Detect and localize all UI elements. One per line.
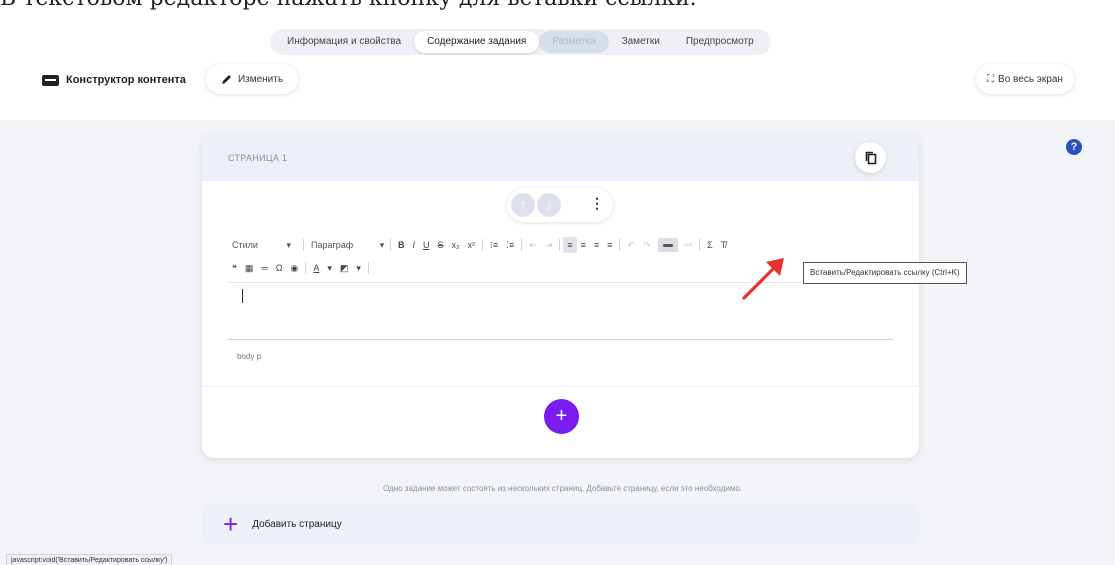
styles-dropdown[interactable]: Стили ▾ — [228, 240, 300, 251]
tab-content[interactable]: Содержание задания — [414, 31, 540, 53]
toolbar-divider — [305, 262, 307, 274]
numbered-list-icon[interactable]: ⁝≡ — [486, 237, 502, 253]
align-right-icon[interactable]: ≡ — [590, 237, 603, 253]
red-arrow-icon — [742, 258, 784, 300]
undo-icon[interactable]: ↶ — [623, 237, 639, 253]
insert-link-button[interactable] — [657, 238, 678, 252]
text-caret — [242, 289, 243, 303]
bold-button[interactable]: B — [394, 237, 409, 253]
top-bar — [0, 0, 1115, 120]
redo-icon[interactable]: ↷ — [639, 237, 655, 253]
editor-toolbar-row-2: ❝ ▦ ═ Ω ◉ A ▾ ◩ ▾ — [228, 259, 372, 277]
special-char-icon[interactable]: Ω — [272, 260, 287, 276]
tab-preview[interactable]: Предпросмотр — [673, 31, 767, 53]
table-icon[interactable]: ▦ — [241, 260, 258, 276]
add-page-button[interactable]: + Добавить страницу — [202, 503, 919, 545]
bullet-list-icon[interactable]: ⁚≡ — [502, 237, 518, 253]
outdent-icon[interactable]: ⇤ — [525, 237, 541, 253]
edit-button-label: Изменить — [237, 73, 284, 85]
copy-icon — [865, 151, 876, 164]
pencil-icon — [221, 75, 231, 84]
rich-text-editor: Стили ▾ Параграф ▾ B I U S x₂ x² ⁝≡ ⁚≡ ⇤… — [228, 230, 893, 390]
move-up-button[interactable]: ↑ — [511, 193, 535, 217]
block-controls: ↑ ↓ ⋮ — [507, 188, 613, 222]
background-color-chevron-down-icon[interactable]: ▾ — [352, 260, 365, 276]
text-color-chevron-down-icon[interactable]: ▾ — [323, 260, 336, 276]
italic-button[interactable]: I — [409, 237, 420, 253]
paragraph-chevron-down-icon: ▾ — [379, 239, 385, 250]
unlink-icon[interactable]: ⚯ — [681, 237, 697, 253]
toolbar-divider — [699, 239, 701, 251]
plus-icon: + — [223, 509, 239, 539]
page-card: СТРАНИЦА 1 ↑ ↓ ⋮ Стили ▾ Параграф ▾ B I … — [202, 134, 919, 458]
justify-icon[interactable]: ≡ — [603, 237, 616, 253]
tab-bar: Информация и свойства Содержание задания… — [270, 29, 771, 55]
styles-dropdown-label: Стили — [232, 239, 258, 250]
sigma-icon[interactable]: Σ — [703, 237, 717, 253]
strikethrough-button[interactable]: S — [434, 237, 448, 253]
align-left-icon[interactable]: ≡ — [563, 237, 577, 253]
page-card-header: СТРАНИЦА 1 — [202, 134, 919, 181]
content-constructor-title: Конструктор контента — [42, 74, 186, 86]
toolbar-divider — [521, 239, 523, 251]
copy-page-button[interactable] — [855, 142, 886, 173]
fullscreen-icon: ⛶ — [987, 73, 995, 85]
editor-element-path: body p — [237, 352, 262, 361]
fullscreen-button-label: Во весь экран — [998, 73, 1063, 85]
blockquote-icon[interactable]: ❝ — [228, 260, 241, 276]
page-label: СТРАНИЦА 1 — [228, 153, 288, 163]
tab-info[interactable]: Информация и свойства — [274, 31, 414, 53]
media-icon[interactable]: ◉ — [286, 260, 302, 276]
more-options-icon[interactable]: ⋮ — [590, 195, 604, 212]
paragraph-dropdown-label: Параграф — [311, 239, 354, 250]
subscript-button[interactable]: x₂ — [448, 237, 464, 253]
clear-format-icon[interactable]: T̸ — [717, 237, 731, 253]
card-divider — [202, 386, 919, 387]
underline-button[interactable]: U — [419, 237, 434, 253]
toolbar-divider — [482, 239, 484, 251]
toolbar-divider — [303, 239, 304, 251]
superscript-button[interactable]: x² — [464, 237, 480, 253]
fullscreen-button[interactable]: ⛶ Во весь экран — [976, 64, 1074, 94]
browser-status-bar: javascript:void('Вставить/Редактировать … — [6, 554, 173, 565]
toolbar-divider — [559, 239, 561, 251]
add-block-button[interactable]: + — [544, 399, 579, 434]
styles-chevron-down-icon: ▾ — [286, 239, 291, 250]
editor-text-area[interactable] — [228, 282, 893, 340]
toolbar-divider — [390, 239, 391, 251]
tab-notes[interactable]: Заметки — [609, 31, 673, 53]
indent-icon[interactable]: ⇥ — [541, 237, 557, 253]
editor-toolbar-row-1: Стили ▾ Параграф ▾ B I U S x₂ x² ⁝≡ ⁚≡ ⇤… — [228, 236, 730, 254]
content-constructor-label: Конструктор контента — [66, 74, 186, 86]
link-icon — [662, 243, 673, 247]
edit-button[interactable]: Изменить — [206, 64, 298, 94]
instruction-caption: В текстовом редакторе нажать кнопку для … — [0, 0, 697, 11]
paragraph-dropdown[interactable]: Параграф ▾ — [307, 240, 387, 251]
pages-hint: Одно задание может состоять из нескольки… — [382, 484, 743, 493]
horizontal-rule-icon[interactable]: ═ — [257, 260, 271, 276]
toolbar-divider — [367, 262, 369, 274]
help-icon[interactable]: ? — [1066, 139, 1082, 155]
link-tooltip: Вставить/Редактировать ссылку (Ctrl+K) — [803, 262, 967, 284]
toolbar-divider — [619, 239, 621, 251]
constructor-logo-icon — [42, 74, 59, 86]
move-down-button[interactable]: ↓ — [537, 193, 561, 217]
tab-markup[interactable]: Разметка — [539, 31, 609, 53]
background-color-icon[interactable]: ◩ — [336, 260, 353, 276]
text-color-icon[interactable]: A — [309, 260, 323, 276]
align-center-icon[interactable]: ≡ — [577, 237, 590, 253]
add-page-label: Добавить страницу — [252, 518, 342, 530]
